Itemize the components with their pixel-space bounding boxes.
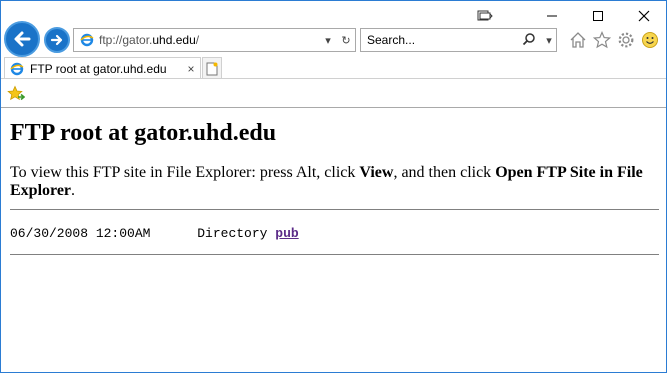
- divider-top: [10, 209, 659, 210]
- smiley-icon[interactable]: [639, 29, 661, 51]
- ie-logo-icon: [80, 33, 94, 47]
- page-content: FTP root at gator.uhd.edu To view this F…: [10, 108, 659, 200]
- new-tab-button[interactable]: [202, 57, 222, 79]
- new-tab-icon: [206, 62, 218, 75]
- maximize-icon[interactable]: [575, 1, 621, 31]
- back-button[interactable]: [4, 21, 40, 57]
- directory-listing: 06/30/2008 12:00AM Directory pub: [10, 226, 299, 241]
- search-input[interactable]: Search...: [361, 33, 516, 47]
- refresh-icon[interactable]: ↻: [337, 34, 355, 47]
- tab-close-button[interactable]: ×: [182, 62, 200, 76]
- page-title: FTP root at gator.uhd.edu: [10, 120, 277, 146]
- favorites-star-icon[interactable]: [591, 29, 613, 51]
- back-arrow-icon: [14, 31, 31, 47]
- close-icon[interactable]: [621, 1, 667, 31]
- add-to-favorites-bar-icon[interactable]: [7, 85, 26, 103]
- listing-type: Directory: [197, 226, 268, 241]
- divider-bottom: [10, 254, 659, 255]
- search-dropdown-icon[interactable]: ▾: [542, 34, 556, 47]
- search-icon[interactable]: [516, 32, 542, 49]
- ie-logo-icon: [10, 62, 24, 75]
- minimize-icon[interactable]: [529, 1, 575, 31]
- instructions-text: To view this FTP site in File Explorer: …: [10, 164, 643, 199]
- listing-date: 06/30/2008: [10, 226, 89, 241]
- directory-link-pub[interactable]: pub: [275, 226, 298, 241]
- browser-window: ftp://gator.uhd.edu/ ▾ ↻ Search... ▾ FTP…: [0, 0, 667, 373]
- gear-icon[interactable]: [615, 29, 637, 51]
- address-url: ftp://gator.uhd.edu/: [99, 33, 200, 47]
- compatibility-view-icon[interactable]: [465, 1, 505, 31]
- listing-time: 12:00AM: [95, 226, 151, 241]
- tab-title: FTP root at gator.uhd.edu: [30, 61, 167, 76]
- address-bar[interactable]: ftp://gator.uhd.edu/ ▾ ↻: [73, 28, 356, 52]
- forward-arrow-icon: [50, 34, 63, 46]
- tab-divider: [1, 78, 666, 79]
- address-dropdown-icon[interactable]: ▾: [319, 34, 337, 47]
- search-box[interactable]: Search... ▾: [360, 28, 557, 52]
- home-icon[interactable]: [567, 29, 589, 51]
- forward-button[interactable]: [44, 27, 70, 53]
- tab-ftp-root[interactable]: FTP root at gator.uhd.edu ×: [4, 57, 201, 79]
